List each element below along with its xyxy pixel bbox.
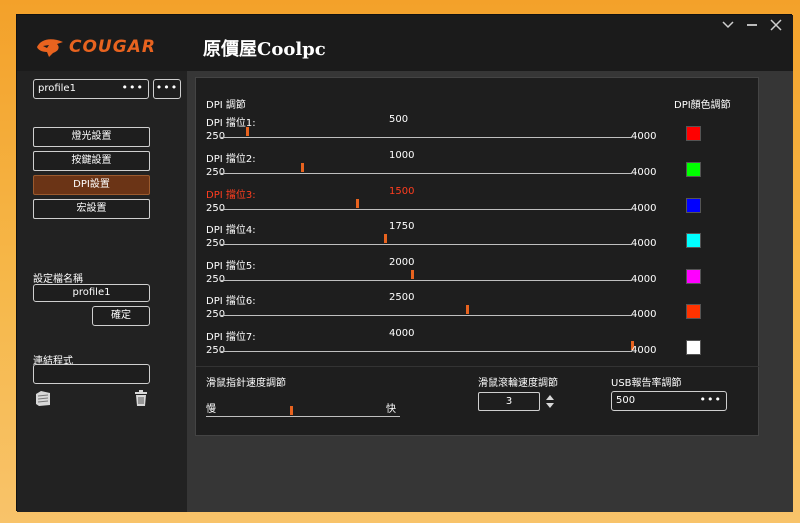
scroll-speed-title: 滑鼠滾輪速度調節: [478, 378, 558, 389]
usb-rate-dots: •••: [699, 393, 722, 406]
dpi-title: DPI 調節: [206, 100, 246, 111]
window-controls: [719, 18, 785, 36]
dpi-stage-value: 1750: [389, 221, 415, 232]
dpi-stage-value: 4000: [389, 328, 415, 339]
profile-select-value: profile1: [38, 83, 76, 94]
usb-rate-select[interactable]: 500 •••: [611, 391, 727, 411]
dpi-stage-value: 500: [389, 114, 409, 125]
dpi-color-swatch[interactable]: [686, 233, 701, 248]
dpi-row: DPI 擋位1: 500 250 4000: [196, 114, 760, 150]
dpi-stage-label: DPI 擋位2:: [206, 154, 256, 165]
menu-dpi-button[interactable]: DPI設置: [33, 175, 150, 195]
dpi-slider-track[interactable]: [220, 351, 632, 352]
dpi-max-label: 4000: [631, 238, 657, 249]
dpi-color-swatch[interactable]: [686, 340, 701, 355]
link-program-field[interactable]: [33, 364, 150, 384]
profile-options-button[interactable]: •••: [153, 79, 181, 99]
pointer-fast-label: 快: [386, 404, 396, 415]
scroll-speed-stepper[interactable]: [545, 392, 555, 411]
dpi-max-label: 4000: [631, 167, 657, 178]
dpi-slider-track[interactable]: [220, 280, 632, 281]
minimize-icon[interactable]: [743, 18, 761, 36]
dpi-max-label: 4000: [631, 131, 657, 142]
section-divider: [196, 366, 760, 367]
menu-lighting-button[interactable]: 燈光設置: [33, 127, 150, 147]
dpi-max-label: 4000: [631, 274, 657, 285]
pointer-slow-label: 慢: [206, 404, 216, 415]
dpi-row: DPI 擋位6: 2500 250 4000: [196, 292, 760, 328]
usb-rate-value: 500: [616, 395, 636, 406]
chevron-down-icon[interactable]: [719, 18, 737, 36]
profile-name-field[interactable]: profile1: [33, 284, 150, 302]
dpi-slider-track[interactable]: [220, 244, 632, 245]
dpi-max-label: 4000: [631, 309, 657, 320]
dpi-max-label: 4000: [631, 345, 657, 356]
dpi-stage-value: 1000: [389, 150, 415, 161]
menu-macro-button[interactable]: 宏設置: [33, 199, 150, 219]
dpi-stage-label: DPI 擋位3:: [206, 190, 256, 201]
dpi-slider-track[interactable]: [220, 209, 632, 210]
dpi-color-swatch[interactable]: [686, 126, 701, 141]
dpi-row: DPI 擋位2: 1000 250 4000: [196, 150, 760, 186]
dpi-color-title: DPI顏色調節: [674, 100, 731, 111]
dpi-slider-thumb[interactable]: [301, 163, 305, 172]
dpi-stage-label: DPI 擋位6:: [206, 296, 256, 307]
dpi-color-swatch[interactable]: [686, 198, 701, 213]
cougar-logo: COUGAR: [35, 35, 156, 59]
pointer-speed-thumb[interactable]: [290, 406, 294, 415]
dpi-color-swatch[interactable]: [686, 162, 701, 177]
dpi-row: DPI 擋位3: 1500 250 4000: [196, 186, 760, 222]
dpi-slider-thumb[interactable]: [383, 234, 387, 243]
dpi-slider-track[interactable]: [220, 315, 632, 316]
dpi-slider-track[interactable]: [220, 173, 632, 174]
profile-name-label: 設定檔名稱: [33, 274, 83, 285]
dpi-slider-thumb[interactable]: [246, 127, 250, 136]
cougar-head-icon: [37, 39, 63, 57]
logo-text: COUGAR: [69, 37, 156, 57]
profile-select[interactable]: profile1 •••: [33, 79, 149, 99]
title-bar: COUGAR 原價屋Coolpc: [17, 15, 793, 71]
dpi-stage-value: 2000: [389, 257, 415, 268]
close-icon[interactable]: [767, 18, 785, 36]
menu-keys-button[interactable]: 按鍵設置: [33, 151, 150, 171]
brand-title: 原價屋Coolpc: [203, 39, 326, 60]
confirm-button[interactable]: 確定: [92, 306, 150, 326]
dpi-stage-label: DPI 擋位7:: [206, 332, 256, 343]
pointer-speed-title: 滑鼠指針速度調節: [206, 378, 286, 389]
dpi-color-swatch[interactable]: [686, 269, 701, 284]
scroll-speed-field[interactable]: 3: [478, 392, 540, 411]
dpi-slider-thumb[interactable]: [411, 270, 415, 279]
dpi-slider-track[interactable]: [220, 137, 632, 138]
profile-select-dots: •••: [121, 81, 144, 94]
dpi-max-label: 4000: [631, 203, 657, 214]
dpi-stage-label: DPI 擋位5:: [206, 261, 256, 272]
pointer-speed-track[interactable]: [206, 416, 400, 417]
dpi-slider-thumb[interactable]: [466, 305, 470, 314]
dpi-stage-value: 2500: [389, 292, 415, 303]
dpi-color-swatch[interactable]: [686, 304, 701, 319]
dpi-row: DPI 擋位4: 1750 250 4000: [196, 221, 760, 257]
dpi-slider-thumb[interactable]: [356, 199, 360, 208]
app-window: COUGAR 原價屋Coolpc profile1 ••• ••• 燈光設置 按…: [16, 14, 793, 512]
dpi-panel: DPI 調節 DPI顏色調節 DPI 擋位1: 500 250 4000 DPI…: [195, 77, 760, 436]
trash-icon[interactable]: [133, 389, 149, 407]
dpi-row: DPI 擋位7: 4000 250 4000: [196, 328, 760, 364]
folder-icon[interactable]: [35, 389, 51, 407]
dpi-stage-label: DPI 擋位4:: [206, 225, 256, 236]
dpi-row: DPI 擋位5: 2000 250 4000: [196, 257, 760, 293]
usb-rate-title: USB報告率調節: [611, 378, 682, 389]
dpi-stage-value: 1500: [389, 186, 415, 197]
